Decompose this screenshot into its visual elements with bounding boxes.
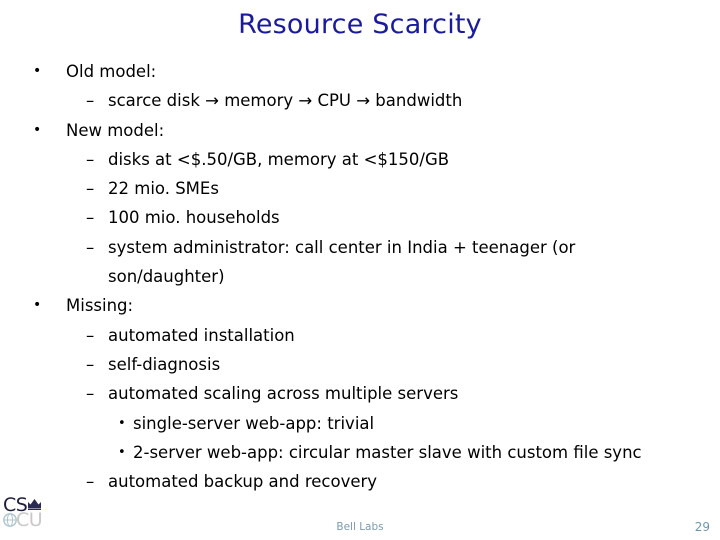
bullet-text: scarce disk → memory → CPU → bandwidth (108, 91, 463, 111)
bullet-marker-level1: • (33, 63, 42, 79)
bullet-text: son/daughter) (108, 267, 225, 287)
bullet-marker-level2: – (86, 208, 95, 228)
bullet-item: • single-server web-app: trivial (0, 409, 720, 438)
bullet-text-continuation: son/daughter) (0, 262, 720, 291)
bullet-text: 22 mio. SMEs (108, 179, 219, 199)
bullet-marker-level2: – (86, 325, 95, 345)
bullet-marker-level1: • (33, 297, 42, 314)
bullet-marker-level3: • (118, 415, 126, 431)
bullet-text: automated backup and recovery (108, 472, 378, 492)
bullet-item: • New model: (0, 116, 720, 145)
page-title: Resource Scarcity (238, 9, 482, 40)
bullet-marker-level2: – (86, 91, 95, 111)
slide-body: • Old model: – scarce disk → memory → CP… (0, 57, 720, 496)
bullet-text: automated scaling across multiple server… (108, 384, 459, 404)
bullet-marker-level3: • (118, 444, 126, 460)
bullet-marker-level1: • (33, 121, 42, 138)
bullet-item: – automated installation (0, 321, 720, 350)
slide: Resource Scarcity • Old model: – scarce … (0, 0, 720, 540)
bullet-text: system administrator: call center in Ind… (108, 237, 576, 257)
bullet-item: – 22 mio. SMEs (0, 174, 720, 203)
bullet-item: – automated backup and recovery (0, 467, 720, 496)
page-number: 29 (694, 520, 710, 534)
bullet-marker-level2: – (86, 472, 95, 492)
bullet-item: • Old model: (0, 57, 720, 86)
bullet-item: • Missing: (0, 291, 720, 320)
bullet-item: – automated scaling across multiple serv… (0, 379, 720, 408)
bullet-marker-level2: – (86, 384, 95, 404)
bullet-marker-level2: – (86, 237, 95, 257)
bullet-marker-level2: – (86, 354, 95, 374)
bullet-item: • 2-server web-app: circular master slav… (0, 438, 720, 467)
bullet-text: 2-server web-app: circular master slave … (133, 442, 642, 462)
bullet-text: Old model: (66, 62, 157, 81)
bullet-item: – scarce disk → memory → CPU → bandwidth (0, 86, 720, 115)
footer-center-text: Bell Labs (336, 521, 384, 533)
bullet-marker-level2: – (86, 179, 95, 199)
bullet-item: – self-diagnosis (0, 350, 720, 379)
bullet-text: self-diagnosis (108, 354, 221, 374)
bullet-text: automated installation (108, 325, 295, 345)
bullet-text: single-server web-app: trivial (133, 413, 375, 433)
bullet-text: disks at <$.50/GB, memory at <$150/GB (108, 149, 450, 169)
bullet-marker-level2: – (86, 149, 95, 169)
bullet-item: – system administrator: call center in I… (0, 233, 720, 262)
bullet-text: Missing: (66, 296, 134, 316)
bullet-text: 100 mio. households (108, 208, 280, 228)
bullet-item: – 100 mio. households (0, 203, 720, 232)
crown-icon (27, 495, 42, 510)
bullet-item: – disks at <$.50/GB, memory at <$150/GB (0, 145, 720, 174)
bullet-text: New model: (66, 120, 165, 140)
